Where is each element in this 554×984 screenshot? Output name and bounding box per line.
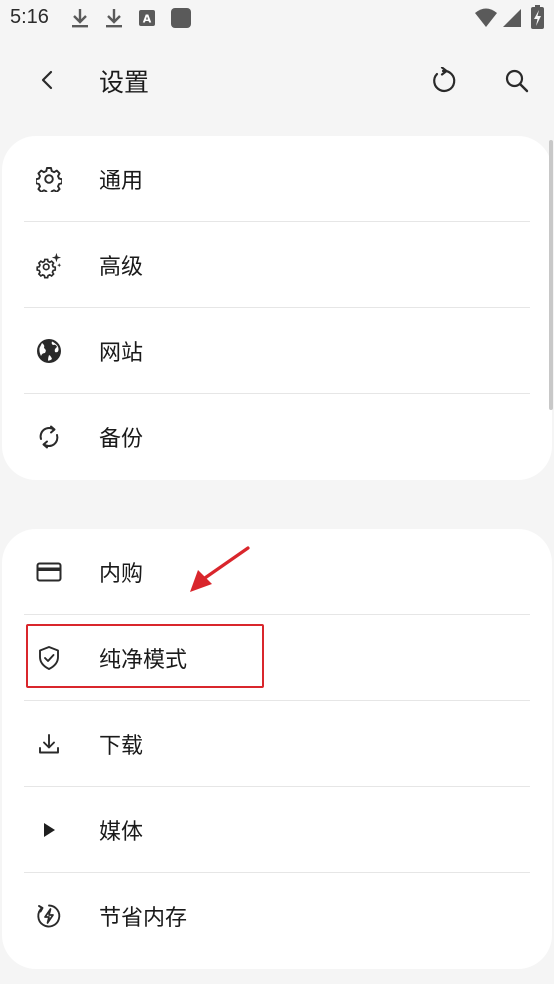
settings-group-general: 通用 高级 网站 备份	[2, 136, 552, 480]
settings-item-label: 节省内存	[99, 906, 188, 931]
settings-item-general[interactable]: 通用	[2, 136, 552, 222]
settings-item-label: 网站	[99, 341, 144, 366]
settings-item-media[interactable]: 媒体	[2, 787, 552, 873]
credit-card-icon	[36, 559, 62, 585]
bolt-circle-icon	[36, 903, 62, 929]
settings-item-label: 下载	[99, 734, 144, 759]
download-icon	[36, 731, 62, 757]
status-time: 5:16	[10, 6, 49, 28]
download-icon	[104, 6, 124, 34]
annotation-arrow	[190, 546, 250, 592]
status-bar: 5:16 A	[0, 0, 554, 38]
battery-charging-icon	[531, 5, 544, 33]
settings-item-save-memory[interactable]: 节省内存	[2, 873, 552, 959]
settings-item-label: 媒体	[99, 820, 144, 845]
wifi-icon	[474, 8, 498, 32]
globe-icon	[36, 338, 62, 364]
svg-text:A: A	[143, 13, 152, 26]
search-button[interactable]	[498, 62, 536, 100]
refresh-button[interactable]	[424, 62, 462, 100]
download-icon	[70, 6, 90, 34]
gear-icon	[36, 166, 62, 192]
refresh-icon	[433, 67, 456, 93]
signal-icon	[502, 8, 522, 32]
sync-icon	[36, 424, 62, 450]
settings-item-label: 通用	[99, 169, 144, 194]
page-title: 设置	[99, 68, 150, 97]
settings-group-features: 内购 纯净模式 下载 媒体 节省内存	[2, 529, 552, 969]
search-icon	[505, 69, 529, 93]
settings-item-label: 高级	[99, 255, 144, 280]
chevron-left-icon	[41, 70, 53, 90]
settings-item-backup[interactable]: 备份	[2, 394, 552, 480]
scrollbar[interactable]	[549, 140, 553, 410]
settings-item-advanced[interactable]: 高级	[2, 222, 552, 308]
play-icon	[36, 817, 62, 843]
text-a-icon: A	[138, 9, 156, 31]
app-square-icon	[170, 7, 192, 33]
highlight-box	[26, 624, 264, 688]
app-bar: 设置	[0, 38, 554, 124]
settings-item-in-app-purchase[interactable]: 内购	[2, 529, 552, 615]
settings-item-label: 内购	[99, 562, 144, 587]
settings-item-websites[interactable]: 网站	[2, 308, 552, 394]
gear-sparkle-icon	[36, 252, 62, 279]
settings-item-downloads[interactable]: 下载	[2, 701, 552, 787]
back-button[interactable]	[30, 62, 66, 98]
settings-item-label: 备份	[99, 427, 144, 452]
